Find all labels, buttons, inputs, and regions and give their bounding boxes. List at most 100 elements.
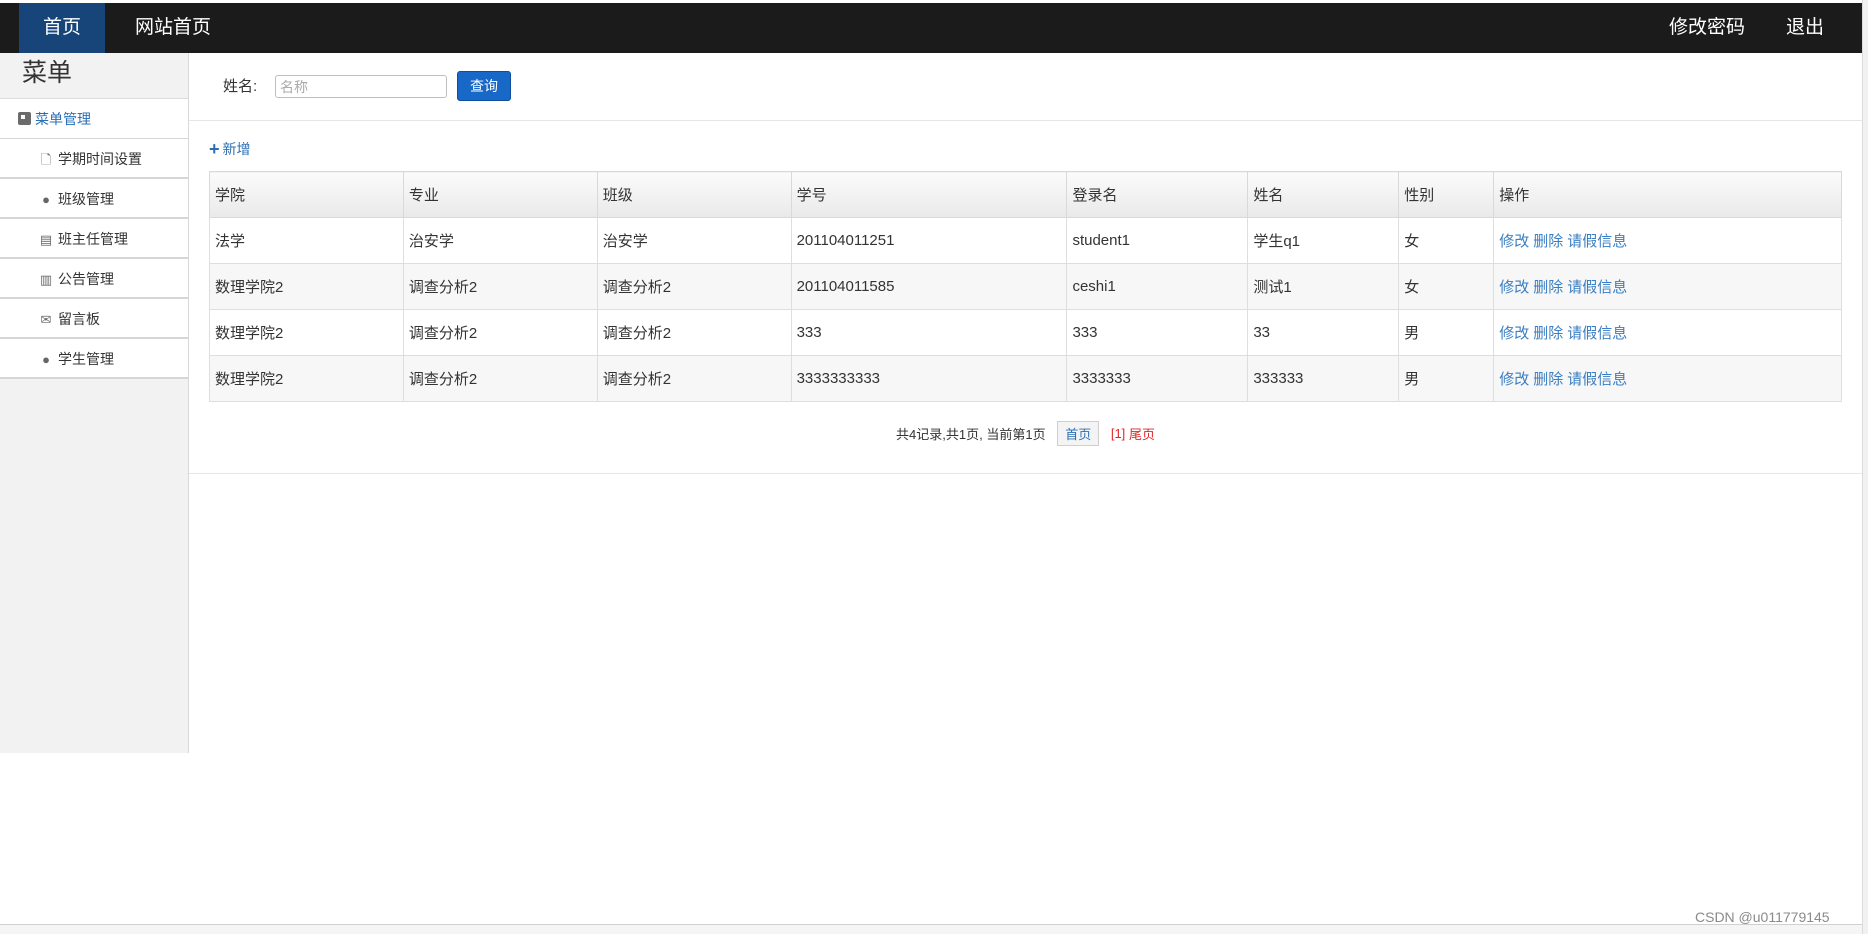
cell-college: 数理学院2 (209, 355, 404, 402)
first-page-button[interactable]: 首页 (1057, 421, 1100, 446)
column-header[interactable]: 性别 (1398, 171, 1495, 218)
sidebar-item-class-management[interactable]: ● 班级管理 (0, 179, 188, 219)
cell-student-id: 201104011585 (790, 263, 1068, 310)
watermark: CSDN @u011779145 (1695, 909, 1830, 925)
cell-login-name: 3333333 (1066, 355, 1249, 402)
cell-major: 调查分析2 (402, 263, 598, 310)
cell-actions: 修改 删除 请假信息 (1493, 309, 1842, 356)
cell-gender: 女 (1398, 217, 1495, 264)
cell-college: 数理学院2 (209, 263, 404, 310)
table-row: 数理学院2 调查分析2 调查分析2 201104011585 ceshi1 测试… (209, 263, 1842, 310)
sidebar-item-notice-management[interactable]: ▥ 公告管理 (0, 259, 188, 299)
delete-link[interactable]: 删除 (1533, 279, 1563, 296)
leave-info-link[interactable]: 请假信息 (1567, 371, 1627, 388)
column-header[interactable]: 班级 (596, 171, 792, 218)
file-icon: 🗋 (40, 152, 52, 167)
cell-gender: 男 (1398, 355, 1495, 402)
delete-link[interactable]: 删除 (1533, 325, 1563, 342)
nav-logout[interactable]: 退出 (1762, 3, 1848, 53)
column-header[interactable]: 专业 (402, 171, 598, 218)
add-button[interactable]: + 新增 (209, 139, 251, 160)
cell-student-id: 201104011251 (790, 217, 1068, 264)
comment-icon: ● (42, 192, 50, 207)
cell-major: 调查分析2 (402, 309, 598, 356)
table-header-row: 学院 专业 班级 学号 登录名 姓名 性别 操作 (209, 171, 1842, 218)
edit-link[interactable]: 修改 (1499, 371, 1529, 388)
sidebar-item-label: 班主任管理 (58, 231, 128, 247)
edit-link[interactable]: 修改 (1499, 325, 1529, 342)
current-page-link[interactable]: [1] (1111, 426, 1125, 441)
browser-status-bar (0, 924, 1862, 934)
leave-info-link[interactable]: 请假信息 (1567, 233, 1627, 250)
column-header: 操作 (1493, 171, 1842, 218)
sidebar-group-label: 菜单管理 (35, 111, 91, 127)
search-bar: 姓名: 查询 (189, 53, 1862, 121)
cell-gender: 男 (1398, 309, 1495, 356)
cell-major: 调查分析2 (402, 355, 598, 402)
nav-site-home[interactable]: 网站首页 (111, 3, 235, 53)
list-icon: ▤ (39, 232, 53, 247)
content-divider (189, 473, 1862, 474)
pagination: 共4记录,共1页, 当前第1页 首页 [1] 尾页 (189, 421, 1862, 446)
sidebar-item-student-management[interactable]: ● 学生管理 (0, 339, 188, 379)
sidebar-item-label: 学生管理 (58, 351, 114, 367)
cell-login-name: student1 (1066, 217, 1249, 264)
leave-info-link[interactable]: 请假信息 (1567, 279, 1627, 296)
cell-login-name: 333 (1066, 309, 1249, 356)
sidebar-group-menu-management[interactable]: 菜单管理 (0, 99, 188, 139)
cell-actions: 修改 删除 请假信息 (1493, 355, 1842, 402)
envelope-icon: ✉ (40, 312, 52, 327)
cell-class: 调查分析2 (596, 263, 792, 310)
sidebar-item-label: 留言板 (58, 311, 100, 327)
cell-major: 治安学 (402, 217, 598, 264)
cell-class: 调查分析2 (596, 309, 792, 356)
sidebar-title: 菜单 (0, 53, 188, 99)
student-table: 学院 专业 班级 学号 登录名 姓名 性别 操作 法学 治安学 治安学 2011… (209, 171, 1842, 402)
column-header[interactable]: 姓名 (1247, 171, 1400, 218)
pagination-info: 共4记录,共1页, 当前第1页 (896, 427, 1046, 442)
window-edge (1862, 0, 1868, 934)
name-search-input[interactable] (275, 75, 447, 98)
nav-home[interactable]: 首页 (19, 3, 106, 53)
cell-name: 333333 (1247, 355, 1400, 402)
column-header[interactable]: 登录名 (1066, 171, 1249, 218)
books-icon: ▥ (39, 272, 53, 287)
add-label: 新增 (222, 141, 251, 157)
sidebar-item-semester-settings[interactable]: 🗋 学期时间设置 (0, 139, 188, 179)
cell-student-id: 333 (790, 309, 1068, 356)
cell-login-name: ceshi1 (1066, 263, 1249, 310)
delete-link[interactable]: 删除 (1533, 371, 1563, 388)
column-header[interactable]: 学号 (790, 171, 1068, 218)
cell-student-id: 3333333333 (790, 355, 1068, 402)
sidebar-item-head-teacher-management[interactable]: ▤ 班主任管理 (0, 219, 188, 259)
cell-actions: 修改 删除 请假信息 (1493, 217, 1842, 264)
cell-class: 调查分析2 (596, 355, 792, 402)
delete-link[interactable]: 删除 (1533, 233, 1563, 250)
sidebar-item-label: 公告管理 (58, 271, 114, 287)
cell-name: 测试1 (1247, 263, 1400, 310)
sidebar: 菜单 菜单管理 🗋 学期时间设置 ● 班级管理 ▤ 班主任管理 ▥ 公告管理 ✉ 留言板 … (0, 53, 189, 753)
edit-link[interactable]: 修改 (1499, 233, 1529, 250)
edit-link[interactable]: 修改 (1499, 279, 1529, 296)
cell-name: 学生q1 (1247, 217, 1400, 264)
table-row: 数理学院2 调查分析2 调查分析2 3333333333 3333333 333… (209, 355, 1842, 402)
address-book-icon (18, 112, 31, 125)
search-button[interactable]: 查询 (457, 71, 511, 101)
cell-actions: 修改 删除 请假信息 (1493, 263, 1842, 310)
last-page-link[interactable]: 尾页 (1129, 427, 1155, 442)
top-navbar: 首页 网站首页 修改密码 退出 (0, 0, 1862, 53)
cell-class: 治安学 (596, 217, 792, 264)
leave-info-link[interactable]: 请假信息 (1567, 325, 1627, 342)
plus-icon: + (209, 139, 220, 159)
nav-change-password[interactable]: 修改密码 (1645, 3, 1769, 53)
cell-gender: 女 (1398, 263, 1495, 310)
main-content: 姓名: 查询 +新增 学院 专业 班级 学号 登录名 姓名 性别 操作 法学 (189, 53, 1862, 473)
cell-name: 33 (1247, 309, 1400, 356)
column-header[interactable]: 学院 (209, 171, 404, 218)
table-row: 数理学院2 调查分析2 调查分析2 333 333 33 男 修改 删除 请假信息 (209, 309, 1842, 356)
table-row: 法学 治安学 治安学 201104011251 student1 学生q1 女 … (209, 217, 1842, 264)
comment-icon: ● (42, 352, 50, 367)
sidebar-item-message-board[interactable]: ✉ 留言板 (0, 299, 188, 339)
sidebar-item-label: 学期时间设置 (58, 151, 142, 167)
search-label: 姓名: (223, 78, 258, 95)
